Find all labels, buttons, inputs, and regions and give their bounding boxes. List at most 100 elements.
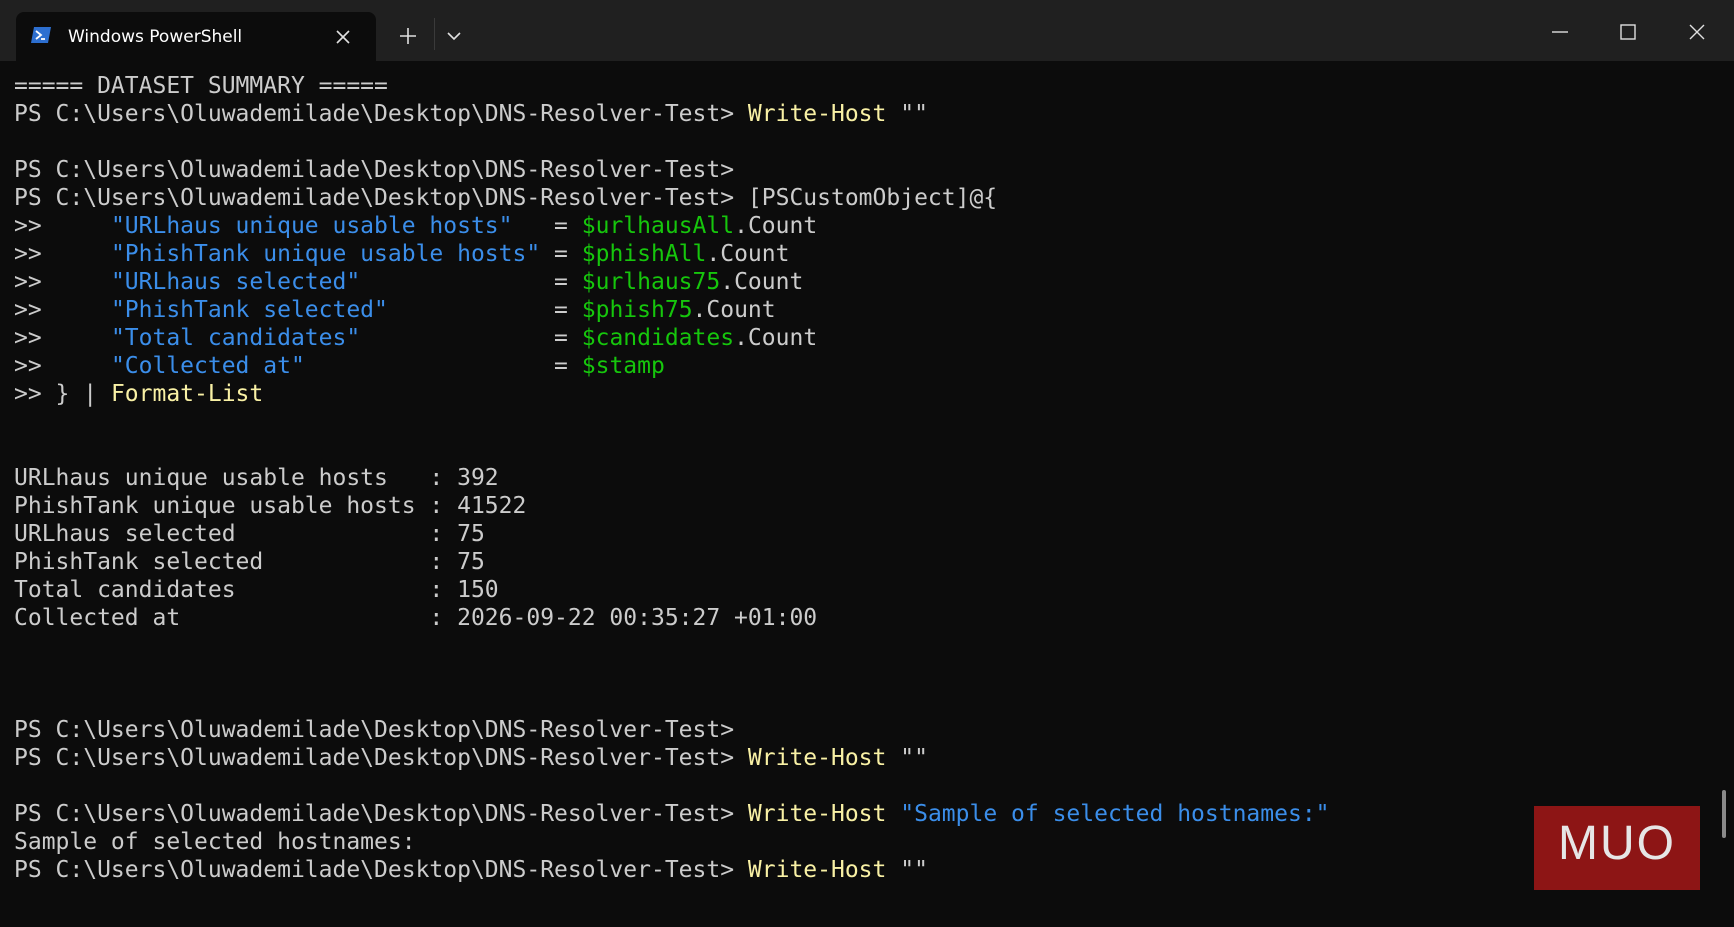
terminal-line: PS C:\Users\Oluwademilade\Desktop\DNS-Re… bbox=[14, 156, 1704, 184]
terminal-text: $urlhaus75 bbox=[581, 269, 721, 295]
terminal-text: Total candidates : 150 bbox=[14, 577, 499, 603]
terminal-text: "URLhaus selected" bbox=[110, 269, 361, 295]
terminal-line: >> "URLhaus unique usable hosts" = $urlh… bbox=[14, 212, 1704, 240]
terminal-text: $urlhausAll bbox=[581, 213, 735, 239]
muo-logo: MUO bbox=[1534, 806, 1700, 890]
terminal-text: >> bbox=[14, 297, 111, 323]
terminal-text: .Count bbox=[692, 297, 776, 323]
terminal-text: "PhishTank unique usable hosts" bbox=[110, 241, 541, 267]
close-icon[interactable] bbox=[1677, 14, 1717, 50]
terminal-line: PS C:\Users\Oluwademilade\Desktop\DNS-Re… bbox=[14, 744, 1704, 772]
terminal-text: Write-Host bbox=[747, 857, 887, 883]
terminal-text: Write-Host bbox=[747, 745, 887, 771]
terminal-text: "PhishTank selected" bbox=[110, 297, 388, 323]
close-tab-icon[interactable] bbox=[332, 26, 354, 48]
terminal-text: .Count bbox=[720, 269, 804, 295]
terminal-text: >> bbox=[14, 353, 111, 379]
terminal-text: $phishAll bbox=[581, 241, 707, 267]
terminal-line: >> "PhishTank unique usable hosts" = $ph… bbox=[14, 240, 1704, 268]
terminal-text: ===== DATASET SUMMARY ===== bbox=[14, 73, 388, 99]
muo-logo-text: MUO bbox=[1558, 817, 1676, 870]
terminal-text: = bbox=[540, 241, 582, 267]
chevron-down-icon[interactable] bbox=[440, 22, 468, 50]
minimize-icon[interactable] bbox=[1540, 14, 1580, 50]
terminal-text: PhishTank selected : 75 bbox=[14, 549, 485, 575]
terminal-text: PS C:\Users\Oluwademilade\Desktop\DNS-Re… bbox=[14, 801, 748, 827]
terminal-text: "Collected at" bbox=[110, 353, 305, 379]
terminal-text: = bbox=[304, 353, 582, 379]
terminal-line: >> "PhishTank selected" = $phish75.Count bbox=[14, 296, 1704, 324]
terminal-text: "URLhaus unique usable hosts" bbox=[110, 213, 513, 239]
terminal-text: = bbox=[387, 297, 582, 323]
terminal-text: [PSCustomObject]@{ bbox=[747, 185, 998, 211]
terminal-text: PS C:\Users\Oluwademilade\Desktop\DNS-Re… bbox=[14, 857, 748, 883]
terminal-line: URLhaus selected : 75 bbox=[14, 520, 1704, 548]
powershell-icon bbox=[31, 27, 51, 43]
terminal-text: = bbox=[360, 325, 582, 351]
terminal-text: "" bbox=[886, 745, 928, 771]
powershell-window: Windows PowerShell ===== DATASET SUMMARY… bbox=[0, 0, 1734, 927]
terminal-text: PS C:\Users\Oluwademilade\Desktop\DNS-Re… bbox=[14, 745, 748, 771]
terminal-line: PhishTank selected : 75 bbox=[14, 548, 1704, 576]
terminal-line: >> "Total candidates" = $candidates.Coun… bbox=[14, 324, 1704, 352]
terminal-text: Sample of selected hostnames: bbox=[14, 829, 416, 855]
terminal-line: PS C:\Users\Oluwademilade\Desktop\DNS-Re… bbox=[14, 856, 1704, 884]
terminal-text: "" bbox=[886, 857, 928, 883]
terminal-line: >> } | Format-List bbox=[14, 380, 1704, 408]
title-bar: Windows PowerShell bbox=[0, 0, 1734, 61]
terminal-text: Write-Host bbox=[747, 101, 887, 127]
terminal-text: = bbox=[512, 213, 582, 239]
terminal-line: PS C:\Users\Oluwademilade\Desktop\DNS-Re… bbox=[14, 716, 1704, 744]
terminal-text: .Count bbox=[706, 241, 790, 267]
terminal-text: PS C:\Users\Oluwademilade\Desktop\DNS-Re… bbox=[14, 717, 735, 743]
terminal-text: "Sample of selected hostnames:" bbox=[900, 801, 1330, 827]
terminal-line: Collected at : 2026-09-22 00:35:27 +01:0… bbox=[14, 604, 1704, 632]
terminal-text: .Count bbox=[734, 325, 818, 351]
tab-title: Windows PowerShell bbox=[68, 27, 243, 47]
terminal-line: Sample of selected hostnames: bbox=[14, 828, 1704, 856]
terminal-text: "" bbox=[886, 101, 928, 127]
terminal-text: >> } | bbox=[14, 381, 111, 407]
terminal-text: Write-Host bbox=[747, 801, 887, 827]
terminal-text: Format-List bbox=[110, 381, 264, 407]
terminal-text: = bbox=[360, 269, 582, 295]
terminal-line: >> "Collected at" = $stamp bbox=[14, 352, 1704, 380]
terminal-line: >> "URLhaus selected" = $urlhaus75.Count bbox=[14, 268, 1704, 296]
terminal-text: .Count bbox=[734, 213, 818, 239]
terminal-text: PS C:\Users\Oluwademilade\Desktop\DNS-Re… bbox=[14, 157, 735, 183]
terminal-line: PhishTank unique usable hosts : 41522 bbox=[14, 492, 1704, 520]
terminal-line: ===== DATASET SUMMARY ===== bbox=[14, 72, 1704, 100]
terminal-output[interactable]: ===== DATASET SUMMARY ===== PS C:\Users\O… bbox=[14, 72, 1704, 922]
terminal-text: URLhaus selected : 75 bbox=[14, 521, 485, 547]
terminal-text: $stamp bbox=[581, 353, 665, 379]
terminal-text: >> bbox=[14, 213, 111, 239]
terminal-text: PS C:\Users\Oluwademilade\Desktop\DNS-Re… bbox=[14, 101, 748, 127]
terminal-text: PS C:\Users\Oluwademilade\Desktop\DNS-Re… bbox=[14, 185, 748, 211]
terminal-line: PS C:\Users\Oluwademilade\Desktop\DNS-Re… bbox=[14, 184, 1704, 212]
terminal-text: URLhaus unique usable hosts : 392 bbox=[14, 465, 499, 491]
terminal-text: PhishTank unique usable hosts : 41522 bbox=[14, 493, 527, 519]
terminal-text: >> bbox=[14, 269, 111, 295]
terminal-text: "Total candidates" bbox=[110, 325, 361, 351]
terminal-text: >> bbox=[14, 325, 111, 351]
terminal-line: PS C:\Users\Oluwademilade\Desktop\DNS-Re… bbox=[14, 800, 1704, 828]
toolbar-divider bbox=[434, 18, 435, 50]
terminal-text: >> bbox=[14, 241, 111, 267]
plus-icon[interactable] bbox=[394, 22, 422, 50]
terminal-line: Total candidates : 150 bbox=[14, 576, 1704, 604]
scrollbar-thumb[interactable] bbox=[1722, 790, 1726, 838]
terminal-line: PS C:\Users\Oluwademilade\Desktop\DNS-Re… bbox=[14, 100, 1704, 128]
terminal-text: $candidates bbox=[581, 325, 735, 351]
terminal-line: URLhaus unique usable hosts : 392 bbox=[14, 464, 1704, 492]
maximize-icon[interactable] bbox=[1608, 14, 1648, 50]
terminal-text: $phish75 bbox=[581, 297, 693, 323]
terminal-text: Collected at : 2026-09-22 00:35:27 +01:0… bbox=[14, 605, 818, 631]
